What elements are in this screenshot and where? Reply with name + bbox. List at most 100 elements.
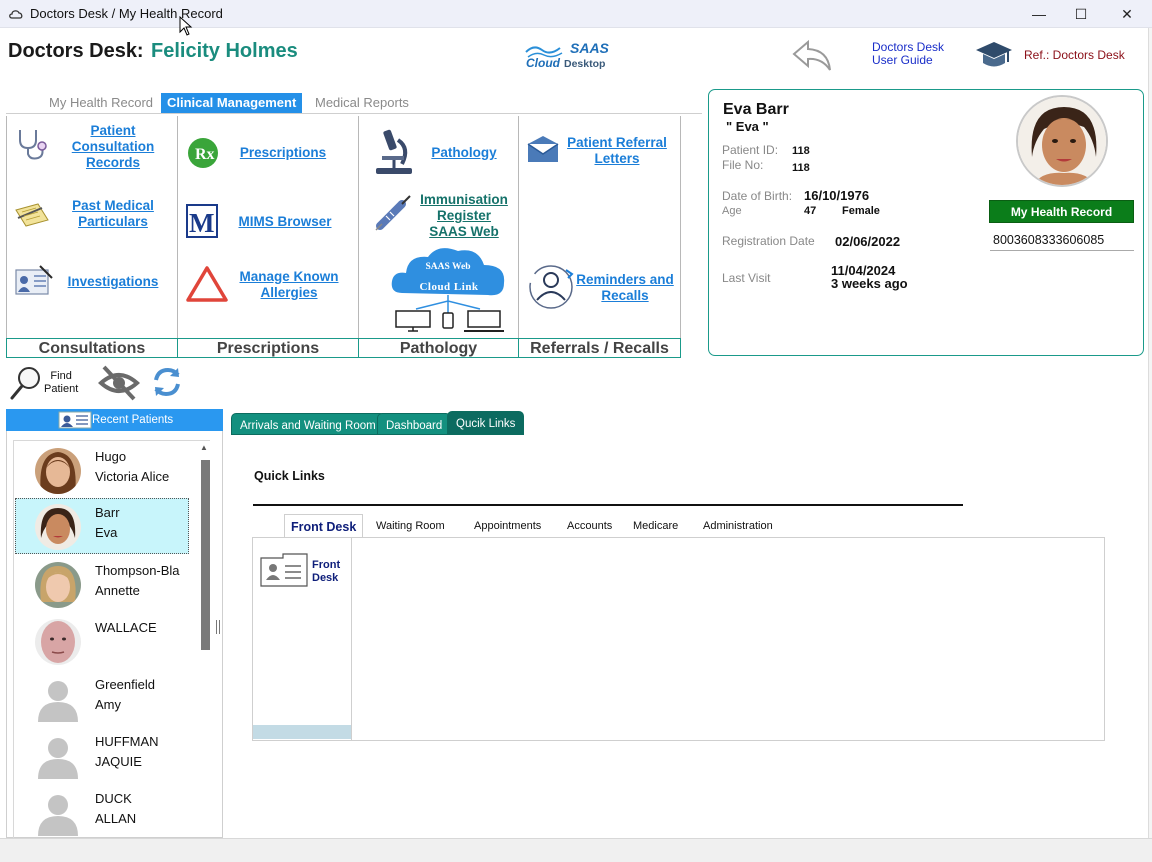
svg-text:Rx: Rx [195, 146, 215, 163]
patient-surname: Thompson-Bla [95, 563, 180, 578]
subtab-front-desk[interactable]: Front Desk [284, 514, 364, 538]
sex-value: Female [842, 205, 880, 217]
cloud-app-icon [9, 10, 23, 19]
tab-arrivals-waiting-room[interactable]: Arrivals and Waiting Room [231, 413, 385, 435]
title-bar: Doctors Desk / My Health Record — ☐ ✕ [0, 0, 1152, 28]
patient-consultation-records-link[interactable]: Patient Consultation Records [64, 123, 162, 171]
investigations-link[interactable]: Investigations [64, 274, 162, 290]
tab-medical-reports[interactable]: Medical Reports [309, 93, 415, 113]
avatar [35, 619, 81, 665]
find-line-2: Patient [44, 383, 79, 395]
cloud-link-line-1: SAAS Web [425, 262, 471, 272]
saas-cloud-link[interactable]: SAAS Web Cloud Link [388, 243, 510, 335]
avatar [35, 448, 81, 494]
recent-patient-item[interactable]: Thompson-Bla Annette [15, 556, 189, 612]
find-patient-button[interactable]: Find Patient [44, 370, 78, 396]
category-pathology: Pathology [358, 338, 519, 358]
hide-eye-icon[interactable] [98, 365, 140, 401]
recent-patient-item[interactable]: HUFFMAN JAQUIE [15, 727, 189, 783]
registration-date-value: 02/06/2022 [835, 234, 901, 249]
subtab-appointments[interactable]: Appointments [474, 520, 541, 532]
rx-icon: Rx [188, 138, 218, 168]
recent-patient-item[interactable]: Barr Eva [15, 498, 189, 554]
syringe-icon [375, 195, 411, 231]
patient-nickname: " Eva " [726, 119, 769, 134]
sidebar-footer-strip [253, 725, 351, 739]
link-line: Particulars [78, 214, 148, 229]
logo-desktop-text: Desktop [564, 58, 606, 70]
avatar-placeholder-icon [35, 790, 81, 836]
recent-patient-item[interactable]: Greenfield Amy [15, 670, 189, 726]
doctor-name: Felicity Holmes [151, 40, 298, 62]
tab-dashboard[interactable]: Dashboard [377, 413, 452, 435]
mouse-cursor-icon [179, 16, 193, 36]
subtab-accounts[interactable]: Accounts [567, 520, 612, 532]
link-line: Patient Referral [567, 135, 667, 150]
back-arrow-icon[interactable] [790, 38, 834, 72]
link-line: Immunisation [420, 192, 508, 207]
cloud-link-line-2: Cloud Link [419, 281, 479, 293]
magnifier-icon[interactable] [10, 366, 42, 400]
patient-id-label: Patient ID: [722, 143, 779, 157]
age-label: Age [722, 205, 742, 217]
my-health-record-button[interactable]: My Health Record [989, 200, 1134, 223]
maximize-button[interactable]: ☐ [1058, 0, 1104, 28]
link-line: Recalls [601, 288, 649, 303]
dob-label: Date of Birth: [722, 189, 793, 203]
past-medical-particulars-link[interactable]: Past Medical Particulars [64, 198, 162, 230]
link-line: SAAS Web [429, 224, 499, 239]
patient-surname: HUFFMAN [95, 734, 159, 749]
minimize-button[interactable]: — [1016, 0, 1062, 28]
front-desk-card-icon[interactable] [259, 550, 309, 590]
patient-card-icon [58, 411, 92, 429]
logo-cloud-text: Cloud [526, 56, 560, 70]
column-divider [177, 116, 178, 338]
recent-patient-item[interactable]: WALLACE [15, 613, 189, 669]
recent-patient-item[interactable]: DUCK ALLAN [15, 784, 189, 840]
recent-patients-scrollbar[interactable] [201, 460, 210, 650]
last-visit-label: Last Visit [722, 271, 771, 285]
subtab-waiting-room[interactable]: Waiting Room [376, 520, 445, 532]
tab-my-health-record[interactable]: My Health Record [43, 93, 159, 113]
reminders-recalls-link[interactable]: Reminders and Recalls [574, 272, 676, 304]
user-guide-link[interactable]: Doctors Desk User Guide [872, 41, 944, 67]
patient-given-name: Annette [95, 583, 140, 598]
patient-surname: Barr [95, 505, 120, 520]
recent-patient-item[interactable]: Hugo Victoria Alice [15, 442, 189, 498]
microscope-icon [376, 129, 412, 174]
pathology-link[interactable]: Pathology [426, 145, 502, 161]
prescriptions-link[interactable]: Prescriptions [232, 145, 334, 161]
stethoscope-icon [19, 130, 47, 160]
immunisation-register-link[interactable]: Immunisation Register SAAS Web [420, 192, 508, 240]
front-desk-line-1: Front [312, 559, 341, 571]
subtab-medicare[interactable]: Medicare [633, 520, 678, 532]
avatar-placeholder-icon [35, 733, 81, 779]
mims-browser-link[interactable]: MIMS Browser [232, 214, 338, 230]
patient-photo [1016, 95, 1108, 187]
last-visit-ago: 3 weeks ago [831, 276, 908, 291]
link-line: Patient [90, 123, 136, 138]
subtab-administration[interactable]: Administration [703, 520, 773, 532]
front-desk-link[interactable]: Front Desk [312, 559, 340, 585]
status-bar [0, 838, 1152, 862]
panel-resize-grip[interactable] [216, 620, 220, 634]
close-button[interactable]: ✕ [1104, 0, 1150, 28]
file-no-label: File No: [722, 158, 764, 172]
patient-referral-letters-link[interactable]: Patient Referral Letters [562, 135, 672, 167]
ihi-number: 8003608333606085 [990, 233, 1134, 251]
logo-saas-text: SAAS [570, 40, 609, 56]
tab-quick-links[interactable]: Qucik Links [447, 411, 525, 435]
category-consultations: Consultations [6, 338, 178, 358]
link-line: Reminders and [576, 272, 674, 287]
recent-patients-header: Recent Patients [6, 409, 223, 431]
manage-allergies-link[interactable]: Manage Known Allergies [234, 269, 344, 301]
link-line: Consultation [71, 139, 155, 154]
patient-surname: Greenfield [95, 677, 155, 692]
tab-clinical-management[interactable]: Clinical Management [161, 93, 303, 113]
refresh-icon[interactable] [152, 366, 182, 398]
patient-name: Eva Barr [723, 101, 789, 118]
column-divider [6, 116, 7, 338]
link-line: Manage Known [239, 269, 339, 284]
graduation-cap-icon[interactable] [974, 38, 1014, 72]
scroll-up-arrow-icon[interactable]: ▲ [200, 443, 208, 452]
